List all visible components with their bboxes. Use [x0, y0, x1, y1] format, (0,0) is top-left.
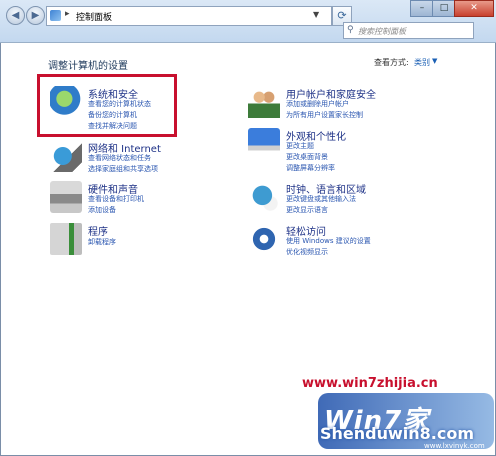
- category-link[interactable]: 查看网络状态和任务: [88, 153, 151, 163]
- forward-button[interactable]: ▶: [26, 6, 45, 25]
- category-appearance: 外观和个性化 更改主题 更改桌面背景 调整屏幕分辨率: [248, 128, 448, 174]
- breadcrumb-control-panel[interactable]: 控制面板: [76, 10, 112, 23]
- category-link[interactable]: 添加设备: [88, 205, 116, 215]
- category-programs: 程序 卸载程序: [50, 223, 200, 257]
- clock-globe-icon[interactable]: [248, 181, 280, 213]
- search-box[interactable]: ⚲ 搜索控制面板: [343, 22, 474, 39]
- category-link[interactable]: 添加或删除用户帐户: [286, 99, 349, 109]
- view-by-label: 查看方式:: [374, 58, 409, 67]
- category-link[interactable]: 更改显示语言: [286, 205, 328, 215]
- watermark-site-2: www.lxvinyk.com: [424, 442, 485, 450]
- watermark-url: www.win7zhijia.cn: [302, 376, 438, 391]
- title-bar: ◀ ▶ ▸ 控制面板 ▼ ⟳ ⚲ 搜索控制面板 – □ ✕: [0, 0, 496, 43]
- forward-arrow-icon: ▶: [31, 10, 40, 21]
- refresh-icon: ⟳: [337, 9, 347, 22]
- category-hardware-sound: 硬件和声音 查看设备和打印机 添加设备: [50, 181, 200, 217]
- monitor-icon[interactable]: [248, 128, 280, 160]
- back-arrow-icon: ◀: [11, 10, 20, 21]
- address-bar[interactable]: ▸ 控制面板 ▼: [46, 6, 332, 26]
- address-dropdown-icon[interactable]: ▼: [313, 10, 319, 19]
- view-by-dropdown-icon[interactable]: ▼: [432, 57, 437, 65]
- category-link[interactable]: 为所有用户设置家长控制: [286, 110, 363, 120]
- category-link[interactable]: 使用 Windows 建议的设置: [286, 236, 371, 246]
- back-button[interactable]: ◀: [6, 6, 25, 25]
- category-link[interactable]: 更改主题: [286, 141, 314, 151]
- breadcrumb-separator-icon: ▸: [65, 9, 70, 19]
- category-title[interactable]: 程序: [88, 223, 108, 238]
- view-by-dropdown[interactable]: 类别: [414, 57, 430, 68]
- printer-icon[interactable]: [50, 181, 82, 213]
- category-link[interactable]: 更改桌面背景: [286, 152, 328, 162]
- close-button[interactable]: ✕: [454, 0, 494, 17]
- minimize-button[interactable]: –: [410, 0, 434, 17]
- search-icon: ⚲: [347, 25, 354, 35]
- watermark-site: Shenduwin8.com: [320, 424, 475, 443]
- programs-icon[interactable]: [50, 223, 82, 255]
- category-ease-of-access: 轻松访问 使用 Windows 建议的设置 优化视频显示: [248, 223, 448, 259]
- category-link[interactable]: 卸载程序: [88, 237, 116, 247]
- category-link[interactable]: 查看设备和打印机: [88, 194, 144, 204]
- network-globe-icon[interactable]: [50, 140, 82, 172]
- maximize-button[interactable]: □: [432, 0, 456, 17]
- category-link[interactable]: 更改键盘或其他输入法: [286, 194, 356, 204]
- category-link[interactable]: 调整屏幕分辨率: [286, 163, 335, 173]
- category-link[interactable]: 优化视频显示: [286, 247, 328, 257]
- ease-of-access-icon[interactable]: [248, 223, 280, 255]
- category-link[interactable]: 选择家庭组和共享选项: [88, 164, 158, 174]
- users-icon[interactable]: [248, 86, 280, 118]
- category-user-accounts: 用户帐户和家庭安全 添加或删除用户帐户 为所有用户设置家长控制: [248, 86, 448, 122]
- control-panel-icon: [50, 10, 61, 21]
- category-network: 网络和 Internet 查看网络状态和任务 选择家庭组和共享选项: [50, 140, 200, 176]
- search-placeholder: 搜索控制面板: [358, 27, 406, 36]
- highlight-box: [37, 74, 177, 137]
- page-heading: 调整计算机的设置: [48, 61, 128, 72]
- category-clock-language: 时钟、语言和区域 更改键盘或其他输入法 更改显示语言: [248, 181, 448, 217]
